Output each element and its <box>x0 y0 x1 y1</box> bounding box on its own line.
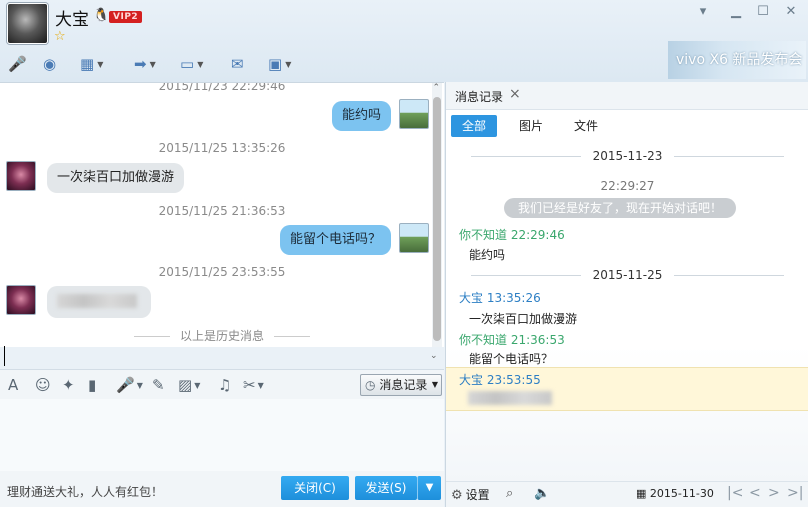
magic-icon[interactable]: ✦ <box>62 376 75 394</box>
close-icon[interactable]: × <box>509 86 521 102</box>
vip-badge[interactable]: VIP2 <box>109 11 143 23</box>
input-toolbar: A ☺ ✦ ▮ 🎤 ▼ ✎ ▨ ▼ ♫ ✂ ▼ ◷ 消息记录 ▼ <box>0 369 444 399</box>
history-footer: ⚙ 设置 ⌕ 🔈 ▦ 2015-11-30 |< < > >| <box>446 481 808 507</box>
selected-history-entry[interactable]: 大宝 23:53:55 <box>446 367 808 411</box>
contact-avatar-small[interactable] <box>6 161 36 191</box>
chat-message-area[interactable]: 2015/11/23 22:29:46 能约吗 2015/11/25 13:35… <box>0 82 444 347</box>
title-bar: 大宝 🐧 VIP2 ☆ ▾ ▁ ☐ ✕ 🎤 ◉ ▦ ▼ ➡ ▼ ▭ ▼ ✉ ▣ ▼ vi… <box>0 0 808 82</box>
chat-toolbar: 🎤 ◉ ▦ ▼ ➡ ▼ ▭ ▼ ✉ ▣ ▼ <box>0 48 320 80</box>
system-message: 我们已经是好友了，现在开始对话吧！ <box>504 198 736 218</box>
scissors-icon[interactable]: ✂ ▼ <box>243 376 264 394</box>
chevron-down-icon: ▼ <box>431 380 438 389</box>
scrollbar-thumb[interactable] <box>433 97 441 341</box>
next-page-icon[interactable]: > <box>768 485 780 501</box>
history-message[interactable]: 能约吗 <box>469 246 505 263</box>
blurred-message <box>468 390 552 405</box>
dropdown-icon[interactable]: ▾ <box>692 3 714 21</box>
music-icon[interactable]: ♫ <box>218 376 231 394</box>
file-transfer-icon[interactable]: ➡ ▼ <box>134 52 156 76</box>
remote-desktop-icon[interactable]: ▭ ▼ <box>180 52 203 76</box>
calendar-icon: ▦ <box>636 487 647 500</box>
message-timestamp: 2015/11/23 22:29:46 <box>158 82 286 93</box>
message-bubble-other[interactable]: 一次柒百口加做漫游 <box>47 163 185 193</box>
message-history-button[interactable]: ◷ 消息记录 ▼ <box>360 374 442 396</box>
voice-message-icon[interactable]: 🎤 ▼ <box>116 376 143 394</box>
first-page-icon[interactable]: |< <box>727 485 743 501</box>
contact-name[interactable]: 大宝 <box>55 5 89 30</box>
message-timestamp: 2015/11/25 21:36:53 <box>158 204 286 218</box>
text-cursor <box>4 346 5 366</box>
chat-footer: 理财通送大礼，人人有红包！ 关闭(C) 发送(S) ▼ <box>0 471 444 507</box>
last-page-icon[interactable]: >| <box>787 485 803 501</box>
contact-avatar[interactable] <box>7 3 48 44</box>
message-input[interactable] <box>0 399 444 471</box>
search-icon[interactable]: ⌕ <box>506 486 513 501</box>
history-panel: 消息记录 × 全部 图片 文件 2015-11-23 22:29:27 我们已经… <box>445 82 808 507</box>
date-separator: 2015-11-25 <box>446 268 808 282</box>
message-bubble-me[interactable]: 能约吗 <box>332 101 392 131</box>
minimize-icon[interactable]: ▁ <box>725 3 747 21</box>
new-chat-icon[interactable]: ✉ <box>231 52 244 76</box>
apps-icon[interactable]: ▣ ▼ <box>268 52 291 76</box>
message-timestamp: 2015/11/25 23:53:55 <box>158 265 286 279</box>
ad-banner[interactable]: vivo X6 新品发布会 <box>668 41 806 79</box>
edit-icon[interactable]: ✎ <box>152 376 165 394</box>
send-options-button[interactable]: ▼ <box>417 476 441 500</box>
filter-files[interactable]: 文件 <box>563 115 609 137</box>
maximize-icon[interactable]: ☐ <box>752 3 774 21</box>
message-timestamp: 2015/11/25 13:35:26 <box>158 141 286 155</box>
contact-avatar-small[interactable] <box>6 285 36 315</box>
history-message[interactable]: 一次柒百口加做漫游 <box>469 310 577 327</box>
history-tab-label: 消息记录 <box>455 90 504 104</box>
speaker-icon[interactable]: 🔈 <box>534 486 550 501</box>
image-icon[interactable]: ▨ ▼ <box>178 376 200 394</box>
screenshot-video-icon[interactable]: ▮ <box>88 376 96 394</box>
clock-icon: ◷ <box>365 378 376 392</box>
filter-all[interactable]: 全部 <box>451 115 498 137</box>
video-call-icon[interactable]: ◉ <box>43 52 56 76</box>
filter-images[interactable]: 图片 <box>508 115 554 137</box>
emoji-icon[interactable]: ☺ <box>35 376 51 394</box>
message-bubble-me[interactable]: 能留个电话吗？ <box>280 225 392 255</box>
screen-share-icon[interactable]: ▦ ▼ <box>80 52 103 76</box>
star-icon[interactable]: ☆ <box>54 29 66 44</box>
my-avatar[interactable] <box>399 223 429 253</box>
history-sender: 你不知道 21:36:53 <box>459 333 565 347</box>
history-sender: 大宝 23:53:55 <box>459 373 541 387</box>
history-filter-bar: 全部 图片 文件 <box>446 110 808 140</box>
font-icon[interactable]: A <box>8 376 18 394</box>
date-separator: 2015-11-23 <box>446 149 808 163</box>
mic-icon[interactable]: 🎤 <box>8 52 27 76</box>
history-sender: 大宝 13:35:26 <box>459 291 541 305</box>
history-message[interactable]: 能留个电话吗？ <box>469 350 553 367</box>
prev-page-icon[interactable]: < <box>749 485 761 501</box>
message-history-label: 消息记录 <box>379 378 428 392</box>
gear-icon: ⚙ <box>451 488 463 503</box>
settings-button[interactable]: ⚙ 设置 <box>451 486 490 503</box>
promo-link[interactable]: 理财通送大礼，人人有红包！ <box>7 483 163 500</box>
my-avatar[interactable] <box>399 99 429 129</box>
message-bubble-other-blurred[interactable] <box>47 286 151 318</box>
system-timestamp: 22:29:27 <box>600 179 655 193</box>
qq-penguin-icon: 🐧 <box>93 8 110 23</box>
history-sender: 你不知道 22:29:46 <box>459 228 565 242</box>
history-date[interactable]: ▦ 2015-11-30 <box>636 487 714 500</box>
close-icon[interactable]: ✕ <box>780 3 802 21</box>
history-divider: 以上是历史消息 <box>0 327 444 344</box>
close-button[interactable]: 关闭(C) <box>281 476 349 500</box>
send-button[interactable]: 发送(S) <box>355 476 417 500</box>
scroll-up-icon[interactable]: ⌃ <box>432 83 440 93</box>
history-tab[interactable]: 消息记录 × <box>446 82 808 110</box>
